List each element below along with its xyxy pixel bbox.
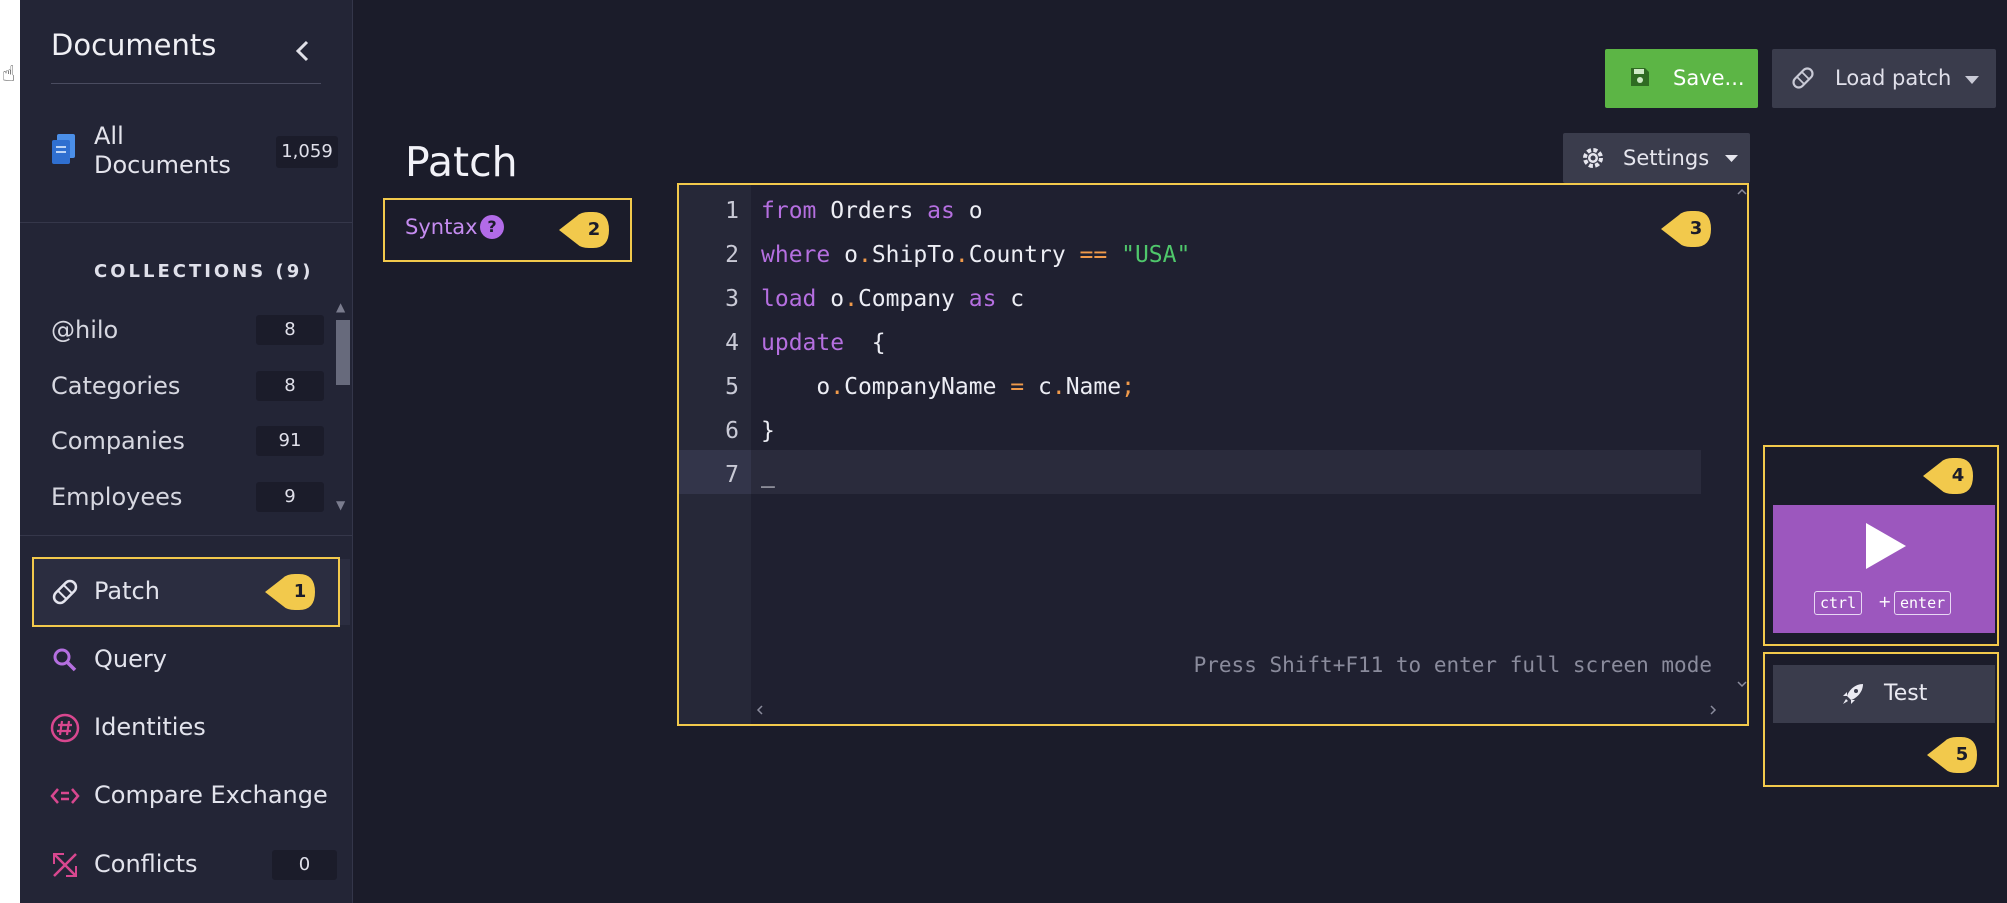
settings-button[interactable]: Settings <box>1563 133 1750 183</box>
all-documents-label: All Documents <box>94 122 231 179</box>
callout-badge: 5 <box>1927 735 1979 775</box>
all-documents-count: 1,059 <box>276 136 338 168</box>
callout-number: 1 <box>293 581 307 602</box>
save-label: Save... <box>1673 66 1745 90</box>
callout-badge: 1 <box>265 572 317 612</box>
search-icon <box>53 648 77 672</box>
scroll-down-icon[interactable]: ▼ <box>336 498 345 512</box>
left-window-strip <box>0 0 20 903</box>
load-patch-label: Load patch <box>1835 66 1952 90</box>
highlight-box-editor <box>677 183 1749 726</box>
play-icon <box>1866 523 1906 569</box>
sidebar-item-identities[interactable]: Identities <box>32 695 350 761</box>
documents-icon <box>52 134 75 164</box>
hand-cursor-icon: ☝ <box>2 62 16 87</box>
collection-item[interactable]: Categories 8 <box>51 366 324 410</box>
save-icon <box>1631 68 1649 86</box>
load-patch-button[interactable]: Load patch <box>1772 49 1996 108</box>
settings-label: Settings <box>1623 146 1710 170</box>
callout-badge: 2 <box>559 210 611 250</box>
callout-number: 5 <box>1955 744 1969 765</box>
callout-number: 4 <box>1951 465 1965 486</box>
page-title: Patch <box>405 138 518 186</box>
test-button[interactable]: Test <box>1773 665 1995 723</box>
sidebar-separator <box>20 222 352 223</box>
caret-down-icon <box>1965 76 1979 84</box>
sidebar-separator <box>20 535 352 536</box>
hash-icon <box>50 713 80 743</box>
callout-badge: 3 <box>1661 209 1713 249</box>
collection-label: Companies <box>51 427 185 455</box>
kbd-ctrl: ctrl <box>1814 591 1863 615</box>
collection-count: 9 <box>256 482 324 512</box>
callout-number: 3 <box>1689 218 1703 239</box>
scroll-up-icon[interactable]: ▲ <box>336 300 345 314</box>
gear-icon <box>1583 148 1603 168</box>
collection-count: 8 <box>256 315 324 345</box>
callout-badge: 4 <box>1923 456 1975 496</box>
sidebar-item-query[interactable]: Query <box>32 627 350 693</box>
sidebar-title: Documents <box>51 28 217 62</box>
collections-scrollbar-thumb[interactable] <box>336 320 350 385</box>
collection-count: 8 <box>256 371 324 401</box>
collection-label: @hilo <box>51 316 119 344</box>
collection-count: 91 <box>256 426 324 456</box>
caret-down-icon <box>1725 155 1738 162</box>
callout-number: 2 <box>587 219 601 240</box>
sidebar-item-conflicts[interactable]: Conflicts 0 <box>32 832 350 898</box>
compare-exchange-icon <box>50 788 80 804</box>
collection-item[interactable]: Companies 91 <box>51 421 324 465</box>
collection-item[interactable]: @hilo 8 <box>51 310 324 354</box>
collapse-sidebar-icon[interactable] <box>286 34 320 68</box>
nav-label: Query <box>94 645 167 673</box>
collections-header: COLLECTIONS (9) <box>94 261 314 282</box>
collection-label: Employees <box>51 483 183 511</box>
kbd-enter: enter <box>1894 591 1952 615</box>
sidebar-item-compare-exchange[interactable]: Compare Exchange <box>32 763 350 829</box>
collection-label: Categories <box>51 372 181 400</box>
rocket-icon <box>1843 684 1863 704</box>
nav-label: Compare Exchange <box>94 781 328 809</box>
run-patch-button[interactable]: ctrl + enter <box>1773 505 1995 633</box>
kbd-plus: + <box>1878 592 1892 611</box>
test-label: Test <box>1884 681 1928 706</box>
collection-item[interactable]: Employees 9 <box>51 477 324 521</box>
nav-label: Conflicts <box>94 850 198 878</box>
sidebar: Documents All Documents 1,059 COLLECTION… <box>20 0 353 903</box>
conflicts-icon <box>53 853 77 877</box>
conflicts-count: 0 <box>272 850 337 880</box>
sidebar-divider <box>51 83 321 84</box>
sidebar-item-all-documents[interactable]: All Documents 1,059 <box>51 122 341 184</box>
bandage-icon <box>1792 67 1814 89</box>
save-button[interactable]: Save... <box>1605 49 1758 108</box>
nav-label: Identities <box>94 713 206 741</box>
